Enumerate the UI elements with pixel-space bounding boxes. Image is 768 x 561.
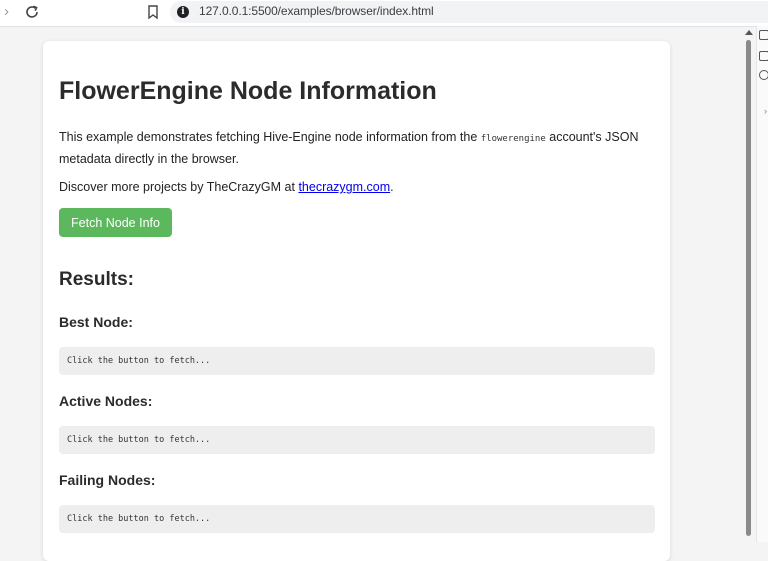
forward-icon[interactable]: › bbox=[4, 4, 18, 20]
url-text[interactable]: 127.0.0.1:5500/examples/browser/index.ht… bbox=[199, 4, 434, 18]
page-title: FlowerEngine Node Information bbox=[59, 77, 437, 105]
site-info-icon[interactable]: i bbox=[177, 6, 189, 18]
results-heading: Results: bbox=[59, 269, 134, 290]
failing-nodes-output: Click the button to fetch... bbox=[59, 505, 655, 533]
address-bar[interactable]: i 127.0.0.1:5500/examples/browser/index.… bbox=[170, 1, 768, 23]
settings-icon[interactable] bbox=[759, 70, 768, 80]
fetch-node-info-button[interactable]: Fetch Node Info bbox=[59, 208, 172, 237]
panel-icon[interactable] bbox=[759, 51, 768, 61]
scrollbar[interactable] bbox=[744, 30, 753, 542]
content-card: FlowerEngine Node Information This examp… bbox=[43, 41, 670, 561]
bookmark-icon[interactable] bbox=[146, 4, 160, 20]
description-text-1: This example demonstrates fetching Hive-… bbox=[59, 130, 481, 144]
thecrazygm-link[interactable]: thecrazygm.com bbox=[298, 180, 390, 194]
scroll-thumb[interactable] bbox=[746, 40, 751, 536]
browser-toolbar: › i 127.0.0.1:5500/examples/browser/inde… bbox=[0, 0, 768, 27]
discover-text-prefix: Discover more projects by TheCrazyGM at bbox=[59, 180, 299, 194]
page-description: This example demonstrates fetching Hive-… bbox=[59, 127, 639, 169]
chevron-right-icon[interactable]: › bbox=[764, 106, 767, 116]
account-name-code: flowerengine bbox=[480, 134, 546, 144]
discover-text-suffix: . bbox=[390, 180, 394, 194]
scroll-up-icon[interactable] bbox=[745, 30, 753, 35]
reload-icon[interactable] bbox=[23, 3, 41, 21]
discover-text: Discover more projects by TheCrazyGM at … bbox=[59, 177, 394, 197]
failing-nodes-heading: Failing Nodes: bbox=[59, 472, 156, 488]
device-toggle-icon[interactable] bbox=[759, 30, 768, 40]
best-node-heading: Best Node: bbox=[59, 314, 133, 330]
active-nodes-heading: Active Nodes: bbox=[59, 393, 153, 409]
best-node-output: Click the button to fetch... bbox=[59, 347, 655, 375]
active-nodes-output: Click the button to fetch... bbox=[59, 426, 655, 454]
devtools-strip: › bbox=[756, 26, 768, 542]
